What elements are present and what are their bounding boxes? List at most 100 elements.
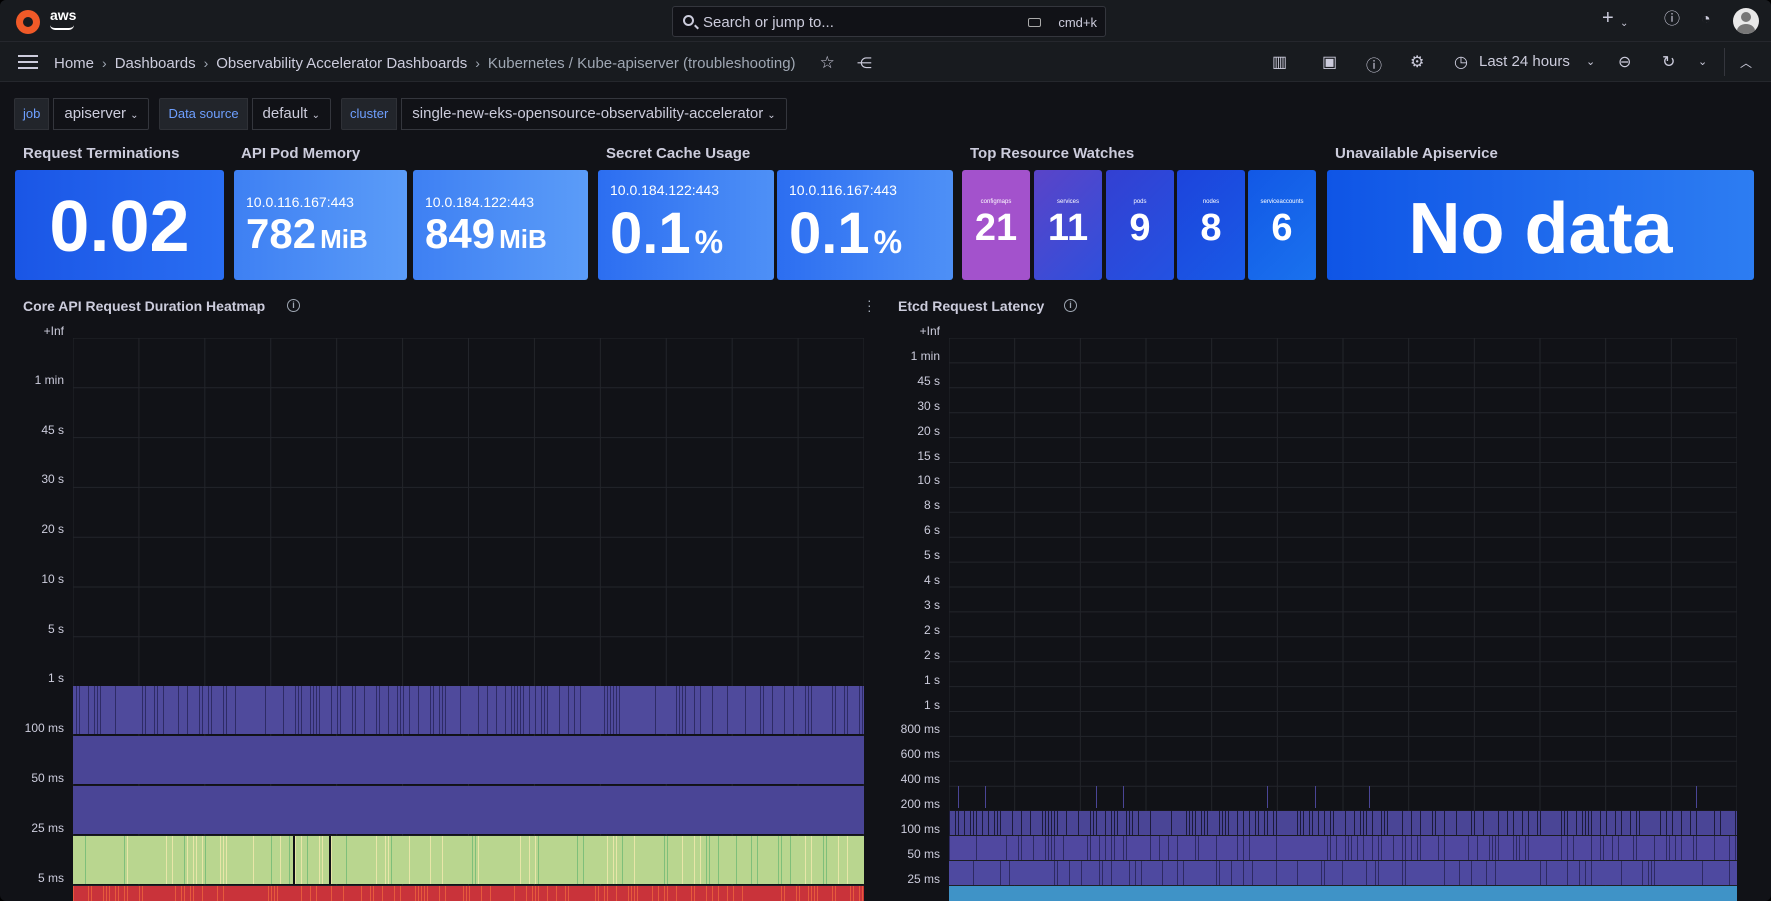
stat-unit: % <box>873 224 903 260</box>
nav-bar: Home › Dashboards › Observability Accele… <box>0 42 1771 82</box>
divider <box>1724 48 1725 76</box>
info-icon[interactable]: ⓘ <box>1366 52 1382 76</box>
stat-value: 9 <box>1129 207 1151 249</box>
request-terminations-stat[interactable]: 0.02 <box>15 170 224 280</box>
refresh-icon[interactable]: ↻ <box>1662 52 1675 72</box>
search-icon <box>683 15 694 26</box>
settings-icon[interactable]: ⚙ <box>1410 52 1424 72</box>
chevron-right-icon: › <box>102 55 107 71</box>
collapse-icon[interactable]: ︿ <box>1740 54 1752 71</box>
heat-band-25ms <box>73 836 864 884</box>
stat-number: 0.1 <box>610 201 691 266</box>
help-icon[interactable]: ⓘ <box>1664 10 1680 30</box>
y-tick: 5 s <box>47 622 64 636</box>
aws-logo: aws <box>50 7 77 23</box>
chevron-right-icon: › <box>475 55 480 71</box>
y-tick: 4 s <box>923 573 940 587</box>
breadcrumb: Home › Dashboards › Observability Accele… <box>54 53 872 73</box>
stat-unit: MiB <box>499 224 547 254</box>
var-select[interactable]: single-new-eks-opensource-observability-… <box>401 98 787 130</box>
zoom-out-icon[interactable]: ⊖ <box>1618 52 1631 72</box>
var-select[interactable]: apiserver ⌄ <box>53 98 150 130</box>
plus-icon[interactable]: + <box>1602 8 1614 28</box>
y-tick: 10 s <box>917 473 940 488</box>
resource-watch-serviceaccounts[interactable]: serviceaccounts 6 <box>1248 170 1316 280</box>
stat-instance: 10.0.184.122:443 <box>610 182 719 198</box>
stat-value: 0.1% <box>789 200 902 267</box>
var-job: job apiserver ⌄ <box>14 98 150 130</box>
api-pod-memory-stat-1[interactable]: 10.0.116.167:443 782 MiB <box>234 170 407 280</box>
stat-number: 849 <box>425 210 496 257</box>
etcd-latency-heatmap[interactable] <box>949 338 1737 901</box>
y-tick: 1 s <box>47 671 64 685</box>
resource-watch-nodes[interactable]: nodes 8 <box>1177 170 1245 280</box>
add-panel-icon[interactable]: ▥ <box>1272 52 1287 72</box>
var-value: default <box>262 105 308 122</box>
user-avatar[interactable] <box>1733 8 1759 34</box>
resource-watch-pods[interactable]: pods 9 <box>1106 170 1174 280</box>
var-label: job <box>14 98 50 130</box>
menu-icon[interactable] <box>18 55 38 69</box>
stat-value: 11 <box>1047 207 1089 249</box>
stat-value: 21 <box>974 207 1018 249</box>
y-tick: 50 ms <box>31 771 64 785</box>
stat-value: 849 MiB <box>425 210 547 258</box>
share-icon[interactable]: ⋲ <box>857 54 872 72</box>
y-tick: 600 ms <box>900 747 940 762</box>
heat-band-5ms <box>73 886 864 901</box>
resource-watch-services[interactable]: services 11 <box>1034 170 1102 280</box>
time-range-picker[interactable]: Last 24 hours <box>1479 53 1570 70</box>
search-input[interactable]: Search or jump to... cmd+k <box>672 6 1106 37</box>
top-bar: aws Search or jump to... cmd+k + ⌄ ⓘ ◔ <box>0 0 1771 42</box>
search-placeholder: Search or jump to... <box>703 14 834 31</box>
chevron-down-icon: ⌄ <box>130 110 139 121</box>
secret-cache-stat-1[interactable]: 10.0.184.122:443 0.1% <box>598 170 774 280</box>
breadcrumb-home[interactable]: Home <box>54 55 94 72</box>
star-icon[interactable]: ☆ <box>820 53 835 73</box>
grafana-logo-icon[interactable] <box>16 10 40 34</box>
var-select[interactable]: default ⌄ <box>251 98 331 130</box>
stat-value: 6 <box>1271 207 1293 249</box>
resource-watch-configmaps[interactable]: configmaps 21 <box>962 170 1030 280</box>
secret-cache-stat-2[interactable]: 10.0.116.167:443 0.1% <box>777 170 953 280</box>
core-api-heatmap[interactable] <box>73 338 864 901</box>
info-icon[interactable]: i <box>1064 299 1077 312</box>
chevron-right-icon: › <box>203 55 209 71</box>
stat-value: 0.1% <box>610 200 723 267</box>
stat-number: 782 <box>246 210 317 257</box>
y-tick: 3 s <box>923 597 940 612</box>
var-value: apiserver <box>64 105 127 122</box>
y-tick: 800 ms <box>900 722 940 737</box>
save-icon[interactable]: ▣ <box>1322 52 1337 72</box>
y-tick: 2 s <box>923 622 940 637</box>
y-tick: +Inf <box>919 324 940 338</box>
stat-instance: 10.0.184.122:443 <box>425 194 534 210</box>
panel-title: Core API Request Duration Heatmap <box>23 298 266 314</box>
panel-title: Request Terminations <box>23 145 180 162</box>
panel-menu-icon[interactable]: · · · <box>867 293 872 317</box>
chevron-down-icon[interactable]: ⌄ <box>1620 14 1628 34</box>
stat-unit: MiB <box>320 224 368 254</box>
chevron-down-icon[interactable]: ⌄ <box>1698 55 1707 68</box>
y-tick: 10 s <box>41 572 64 586</box>
y-tick: 15 s <box>917 448 940 463</box>
var-cluster: cluster single-new-eks-opensource-observ… <box>340 98 787 130</box>
chevron-down-icon[interactable]: ⌄ <box>1586 55 1595 68</box>
y-tick: +Inf <box>43 324 64 338</box>
news-rss-icon[interactable]: ◔ <box>1701 10 1711 30</box>
api-pod-memory-stat-2[interactable]: 10.0.184.122:443 849 MiB <box>413 170 588 280</box>
y-tick: 25 ms <box>31 821 64 835</box>
unavailable-apiservice-stat[interactable]: No data <box>1327 170 1754 280</box>
breadcrumb-dashboards[interactable]: Dashboards <box>115 55 196 72</box>
stat-number: 0.1 <box>789 201 870 266</box>
y-tick: 5 ms <box>37 871 64 885</box>
var-label: cluster <box>340 98 398 130</box>
breadcrumb-folder[interactable]: Observability Accelerator Dashboards <box>216 55 467 72</box>
stat-instance: 10.0.116.167:443 <box>246 194 354 210</box>
info-icon[interactable]: i <box>287 299 300 312</box>
chevron-down-icon: ⌄ <box>311 110 320 121</box>
variable-bar: job apiserver ⌄ Data source default ⌄ clus… <box>14 98 787 130</box>
stat-value: No data <box>1408 189 1673 269</box>
var-value: single-new-eks-opensource-observability-… <box>412 105 764 122</box>
y-tick: 8 s <box>923 498 940 513</box>
